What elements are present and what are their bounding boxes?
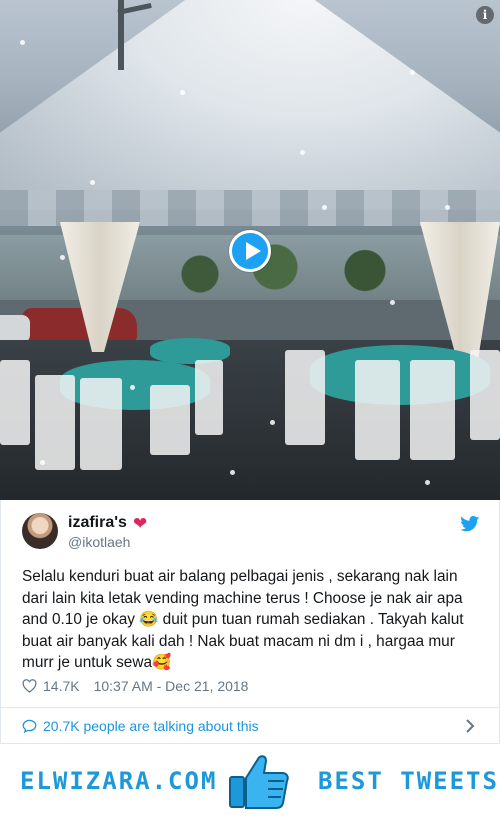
tweet-meta: 14.7K 10:37 AM - Dec 21, 2018 [22,678,248,694]
red-car [22,308,137,342]
sparkle [20,40,25,45]
sparkle [390,300,395,305]
avatar[interactable] [22,513,58,549]
sparkle [445,205,450,210]
banquet-chair [150,385,190,455]
thumbs-up-icon [229,755,289,809]
chevron-right-icon[interactable] [465,719,475,733]
banquet-chair [355,360,400,460]
sparkle [410,70,415,75]
banquet-chair [410,360,455,460]
site-name[interactable]: ELWIZARA.COM [20,767,217,795]
sparkle [180,90,185,95]
brand-footer: ELWIZARA.COM BEST TWEETS [0,745,500,818]
sparkle [60,255,65,260]
info-icon[interactable]: i [476,6,494,24]
tent-canopy [0,0,500,210]
banquet-chair [285,350,325,445]
play-icon[interactable] [229,230,271,272]
like-count[interactable]: 14.7K [43,678,80,694]
banquet-chair [470,350,500,440]
user-handle[interactable]: @ikotlaeh [68,534,130,550]
banquet-table [310,345,490,405]
heart-icon[interactable] [22,679,37,693]
sparkle [425,480,430,485]
tweet-text: Selalu kenduri buat air balang pelbagai … [22,568,464,671]
talking-count[interactable]: 20.7K people are talking about this [43,718,259,734]
sparkle [230,470,235,475]
sparkle [40,460,45,465]
banquet-chair [80,378,122,470]
sparkle [130,385,135,390]
twitter-bird-icon[interactable] [460,516,480,532]
tweet-video[interactable]: i [0,0,500,500]
best-tweets-label: BEST TWEETS [318,767,499,795]
conversation-link[interactable]: 20.7K people are talking about this [1,707,499,744]
banquet-chair [0,360,30,445]
tent-valance [0,190,500,226]
banquet-chair [195,360,223,435]
sparkle [270,420,275,425]
sparkle [90,180,95,185]
banquet-chair [35,375,75,470]
speech-bubble-icon [22,719,37,733]
tweet-timestamp[interactable]: 10:37 AM - Dec 21, 2018 [94,678,249,694]
author-name-row[interactable]: izafira's ❤ [68,514,147,532]
display-name[interactable]: izafira's [68,514,127,532]
tweet-card[interactable]: izafira's ❤ @ikotlaeh Selalu kenduri bua… [0,500,500,744]
sparkle [322,205,327,210]
sparkle [300,150,305,155]
white-car [0,315,30,343]
background-trees [140,232,440,302]
red-heart-emoji-icon: ❤ [132,513,148,533]
